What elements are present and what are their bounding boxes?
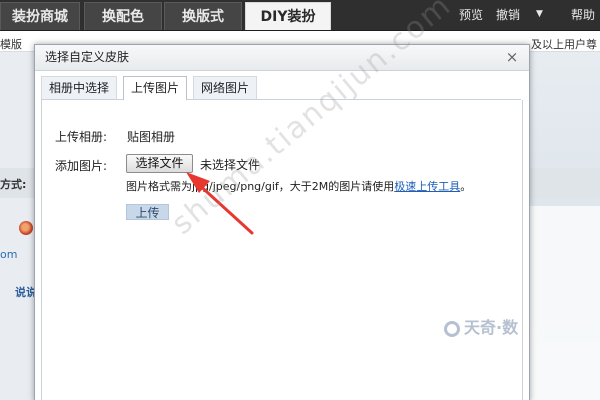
page: 装扮商城 换配色 换版式 DIY装扮 预览 撤销 ▼ 帮助 模版 及以上用户尊 … bbox=[0, 0, 600, 400]
no-file-text: 未选择文件 bbox=[200, 158, 261, 172]
upload-panel bbox=[41, 100, 523, 400]
tab-change-layout[interactable]: 换版式 bbox=[164, 2, 242, 30]
choose-file-button[interactable]: 选择文件 bbox=[126, 154, 193, 173]
tab-network-image[interactable]: 网络图片 bbox=[193, 76, 258, 99]
undo-link[interactable]: 撤销 bbox=[496, 0, 520, 30]
custom-skin-dialog: 选择自定义皮肤 × 相册中选择 上传图片 网络图片 上传相册: 贴图相册 添加图… bbox=[34, 44, 530, 400]
add-image-label: 添加图片: bbox=[55, 159, 108, 173]
dialog-title: 选择自定义皮肤 bbox=[45, 50, 130, 64]
flower-icon bbox=[19, 221, 33, 235]
upload-album-label: 上传相册: bbox=[55, 130, 108, 144]
tab-album-select[interactable]: 相册中选择 bbox=[41, 76, 118, 99]
tab-dress-mall[interactable]: 装扮商城 bbox=[0, 2, 80, 30]
top-nav-bar: 装扮商城 换配色 换版式 DIY装扮 预览 撤销 ▼ 帮助 bbox=[0, 0, 600, 31]
fast-upload-tool-link[interactable]: 极速上传工具 bbox=[394, 180, 460, 193]
right-note: 及以上用户尊 bbox=[531, 38, 597, 51]
chevron-down-icon[interactable]: ▼ bbox=[536, 0, 543, 30]
tab-upload-image[interactable]: 上传图片 bbox=[123, 76, 188, 100]
format-hint-end: 。 bbox=[460, 180, 472, 193]
dialog-header: 选择自定义皮肤 × bbox=[35, 45, 529, 71]
tab-diy-dress[interactable]: DIY装扮 bbox=[245, 2, 331, 30]
help-link[interactable]: 帮助 bbox=[571, 0, 595, 30]
template-label: 模版 bbox=[0, 38, 22, 51]
mode-label: 方式: bbox=[0, 178, 27, 191]
preview-link[interactable]: 预览 bbox=[459, 0, 483, 30]
om-text: om bbox=[0, 248, 18, 261]
format-hint: 图片格式需为jpg/jpeg/png/gif，大于2M的图片请使用极速上传工具。 bbox=[126, 178, 471, 194]
upload-button[interactable]: 上传 bbox=[126, 204, 169, 220]
tab-change-color[interactable]: 换配色 bbox=[84, 2, 162, 30]
format-hint-text: 图片格式需为jpg/jpeg/png/gif，大于2M的图片请使用 bbox=[126, 180, 395, 193]
upload-album-value: 贴图相册 bbox=[127, 130, 176, 144]
background-card bbox=[528, 206, 600, 400]
close-icon[interactable]: × bbox=[503, 47, 521, 67]
